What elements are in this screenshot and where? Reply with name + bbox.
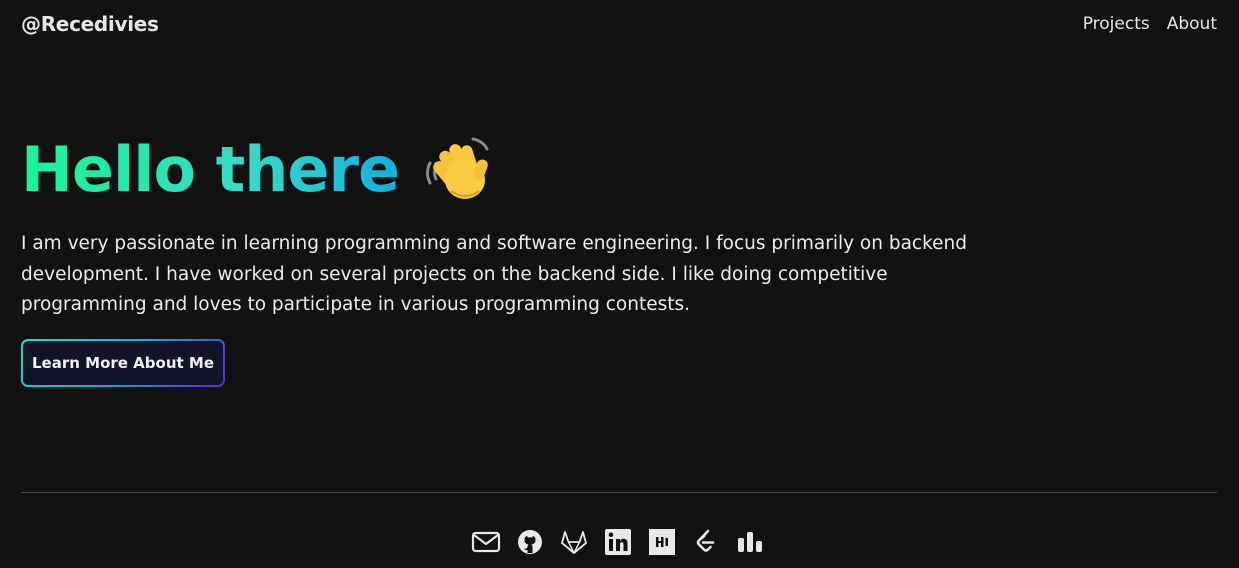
social-links <box>471 526 765 558</box>
page: @Recedivies Projects About Hello there I… <box>0 0 1239 568</box>
intro-paragraph: I am very passionate in learning program… <box>21 233 968 315</box>
learn-more-button-label: Learn More About Me <box>23 341 223 385</box>
hero-title-text: Hello there <box>21 131 400 209</box>
top-nav: Projects About <box>1083 14 1217 34</box>
stats-icon[interactable] <box>735 526 765 558</box>
linkedin-icon[interactable] <box>603 526 633 558</box>
hackerrank-icon[interactable] <box>647 526 677 558</box>
gitlab-icon[interactable] <box>559 526 589 558</box>
nav-link-projects[interactable]: Projects <box>1083 14 1150 34</box>
learn-more-button[interactable]: Learn More About Me <box>21 339 225 387</box>
hero-heading: Hello there <box>21 131 495 209</box>
footer-divider <box>21 492 1217 493</box>
site-brand[interactable]: @Recedivies <box>21 12 159 36</box>
nav-link-about[interactable]: About <box>1167 14 1217 34</box>
leetcode-icon[interactable] <box>691 526 721 558</box>
waving-hand-icon <box>421 133 495 207</box>
github-icon[interactable] <box>515 526 545 558</box>
mail-icon[interactable] <box>471 526 501 558</box>
